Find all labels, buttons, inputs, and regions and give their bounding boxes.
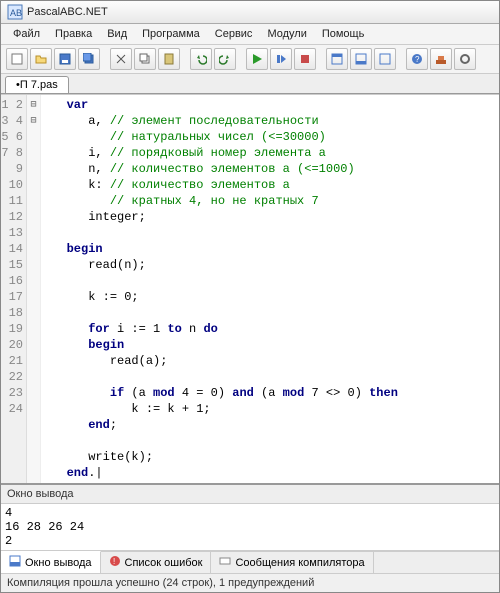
compiler-tab-icon — [219, 555, 231, 570]
build-icon[interactable] — [430, 48, 452, 70]
menu-program[interactable]: Программа — [136, 26, 206, 42]
bottom-tab-output-label: Окно вывода — [25, 557, 92, 569]
bottom-tab-output[interactable]: Окно вывода — [1, 551, 101, 573]
options-icon[interactable] — [454, 48, 476, 70]
title-bar: AB PascalABC.NET — [1, 1, 499, 24]
new-file-icon[interactable] — [6, 48, 28, 70]
step-icon[interactable] — [270, 48, 292, 70]
errors-tab-icon: ! — [109, 555, 121, 570]
help-icon[interactable]: ? — [406, 48, 428, 70]
undo-icon[interactable] — [190, 48, 212, 70]
bottom-tab-errors[interactable]: ! Список ошибок — [101, 552, 212, 573]
output-panel-title: Окно вывода — [1, 485, 499, 504]
menu-bar: Файл Правка Вид Программа Сервис Модули … — [1, 24, 499, 45]
bottom-tabs: Окно вывода ! Список ошибок Сообщения ко… — [1, 551, 499, 573]
code-editor[interactable]: 1 2 3 4 5 6 7 8 9 10 11 12 13 14 15 16 1… — [1, 94, 499, 483]
panel3-icon[interactable] — [374, 48, 396, 70]
svg-text:AB: AB — [10, 8, 22, 18]
redo-icon[interactable] — [214, 48, 236, 70]
file-tab[interactable]: •П 7.pas — [5, 76, 69, 93]
code-area[interactable]: var a, // элемент последовательности // … — [41, 95, 499, 483]
bottom-tab-compiler-label: Сообщения компилятора — [235, 557, 364, 569]
save-all-icon[interactable] — [78, 48, 100, 70]
save-icon[interactable] — [54, 48, 76, 70]
file-tab-label: •П 7.pas — [16, 79, 58, 91]
fold-column[interactable]: ⊟ ⊟ — [27, 95, 41, 483]
status-bar: Компиляция прошла успешно (24 строк), 1 … — [1, 573, 499, 592]
bottom-tab-errors-label: Список ошибок — [125, 557, 203, 569]
open-file-icon[interactable] — [30, 48, 52, 70]
app-icon: AB — [7, 4, 23, 20]
menu-edit[interactable]: Правка — [49, 26, 98, 42]
menu-help[interactable]: Помощь — [316, 26, 371, 42]
panel1-icon[interactable] — [326, 48, 348, 70]
svg-text:?: ? — [415, 55, 420, 64]
tab-strip: •П 7.pas — [1, 74, 499, 94]
run-icon[interactable] — [246, 48, 268, 70]
menu-modules[interactable]: Модули — [261, 26, 312, 42]
output-panel: Окно вывода 4 16 28 26 24 2 Окно вывода … — [1, 483, 499, 592]
app-title: PascalABC.NET — [27, 6, 108, 18]
paste-icon[interactable] — [158, 48, 180, 70]
copy-icon[interactable] — [134, 48, 156, 70]
menu-view[interactable]: Вид — [101, 26, 133, 42]
svg-text:!: ! — [113, 557, 115, 566]
menu-service[interactable]: Сервис — [209, 26, 259, 42]
output-tab-icon — [9, 555, 21, 570]
panel2-icon[interactable] — [350, 48, 372, 70]
output-panel-body[interactable]: 4 16 28 26 24 2 — [1, 504, 499, 551]
status-text: Компиляция прошла успешно (24 строк), 1 … — [7, 577, 314, 589]
bottom-tab-compiler[interactable]: Сообщения компилятора — [211, 552, 373, 573]
line-number-gutter: 1 2 3 4 5 6 7 8 9 10 11 12 13 14 15 16 1… — [1, 95, 27, 483]
toolbar: ? — [1, 45, 499, 74]
menu-file[interactable]: Файл — [7, 26, 46, 42]
stop-icon[interactable] — [294, 48, 316, 70]
cut-icon[interactable] — [110, 48, 132, 70]
